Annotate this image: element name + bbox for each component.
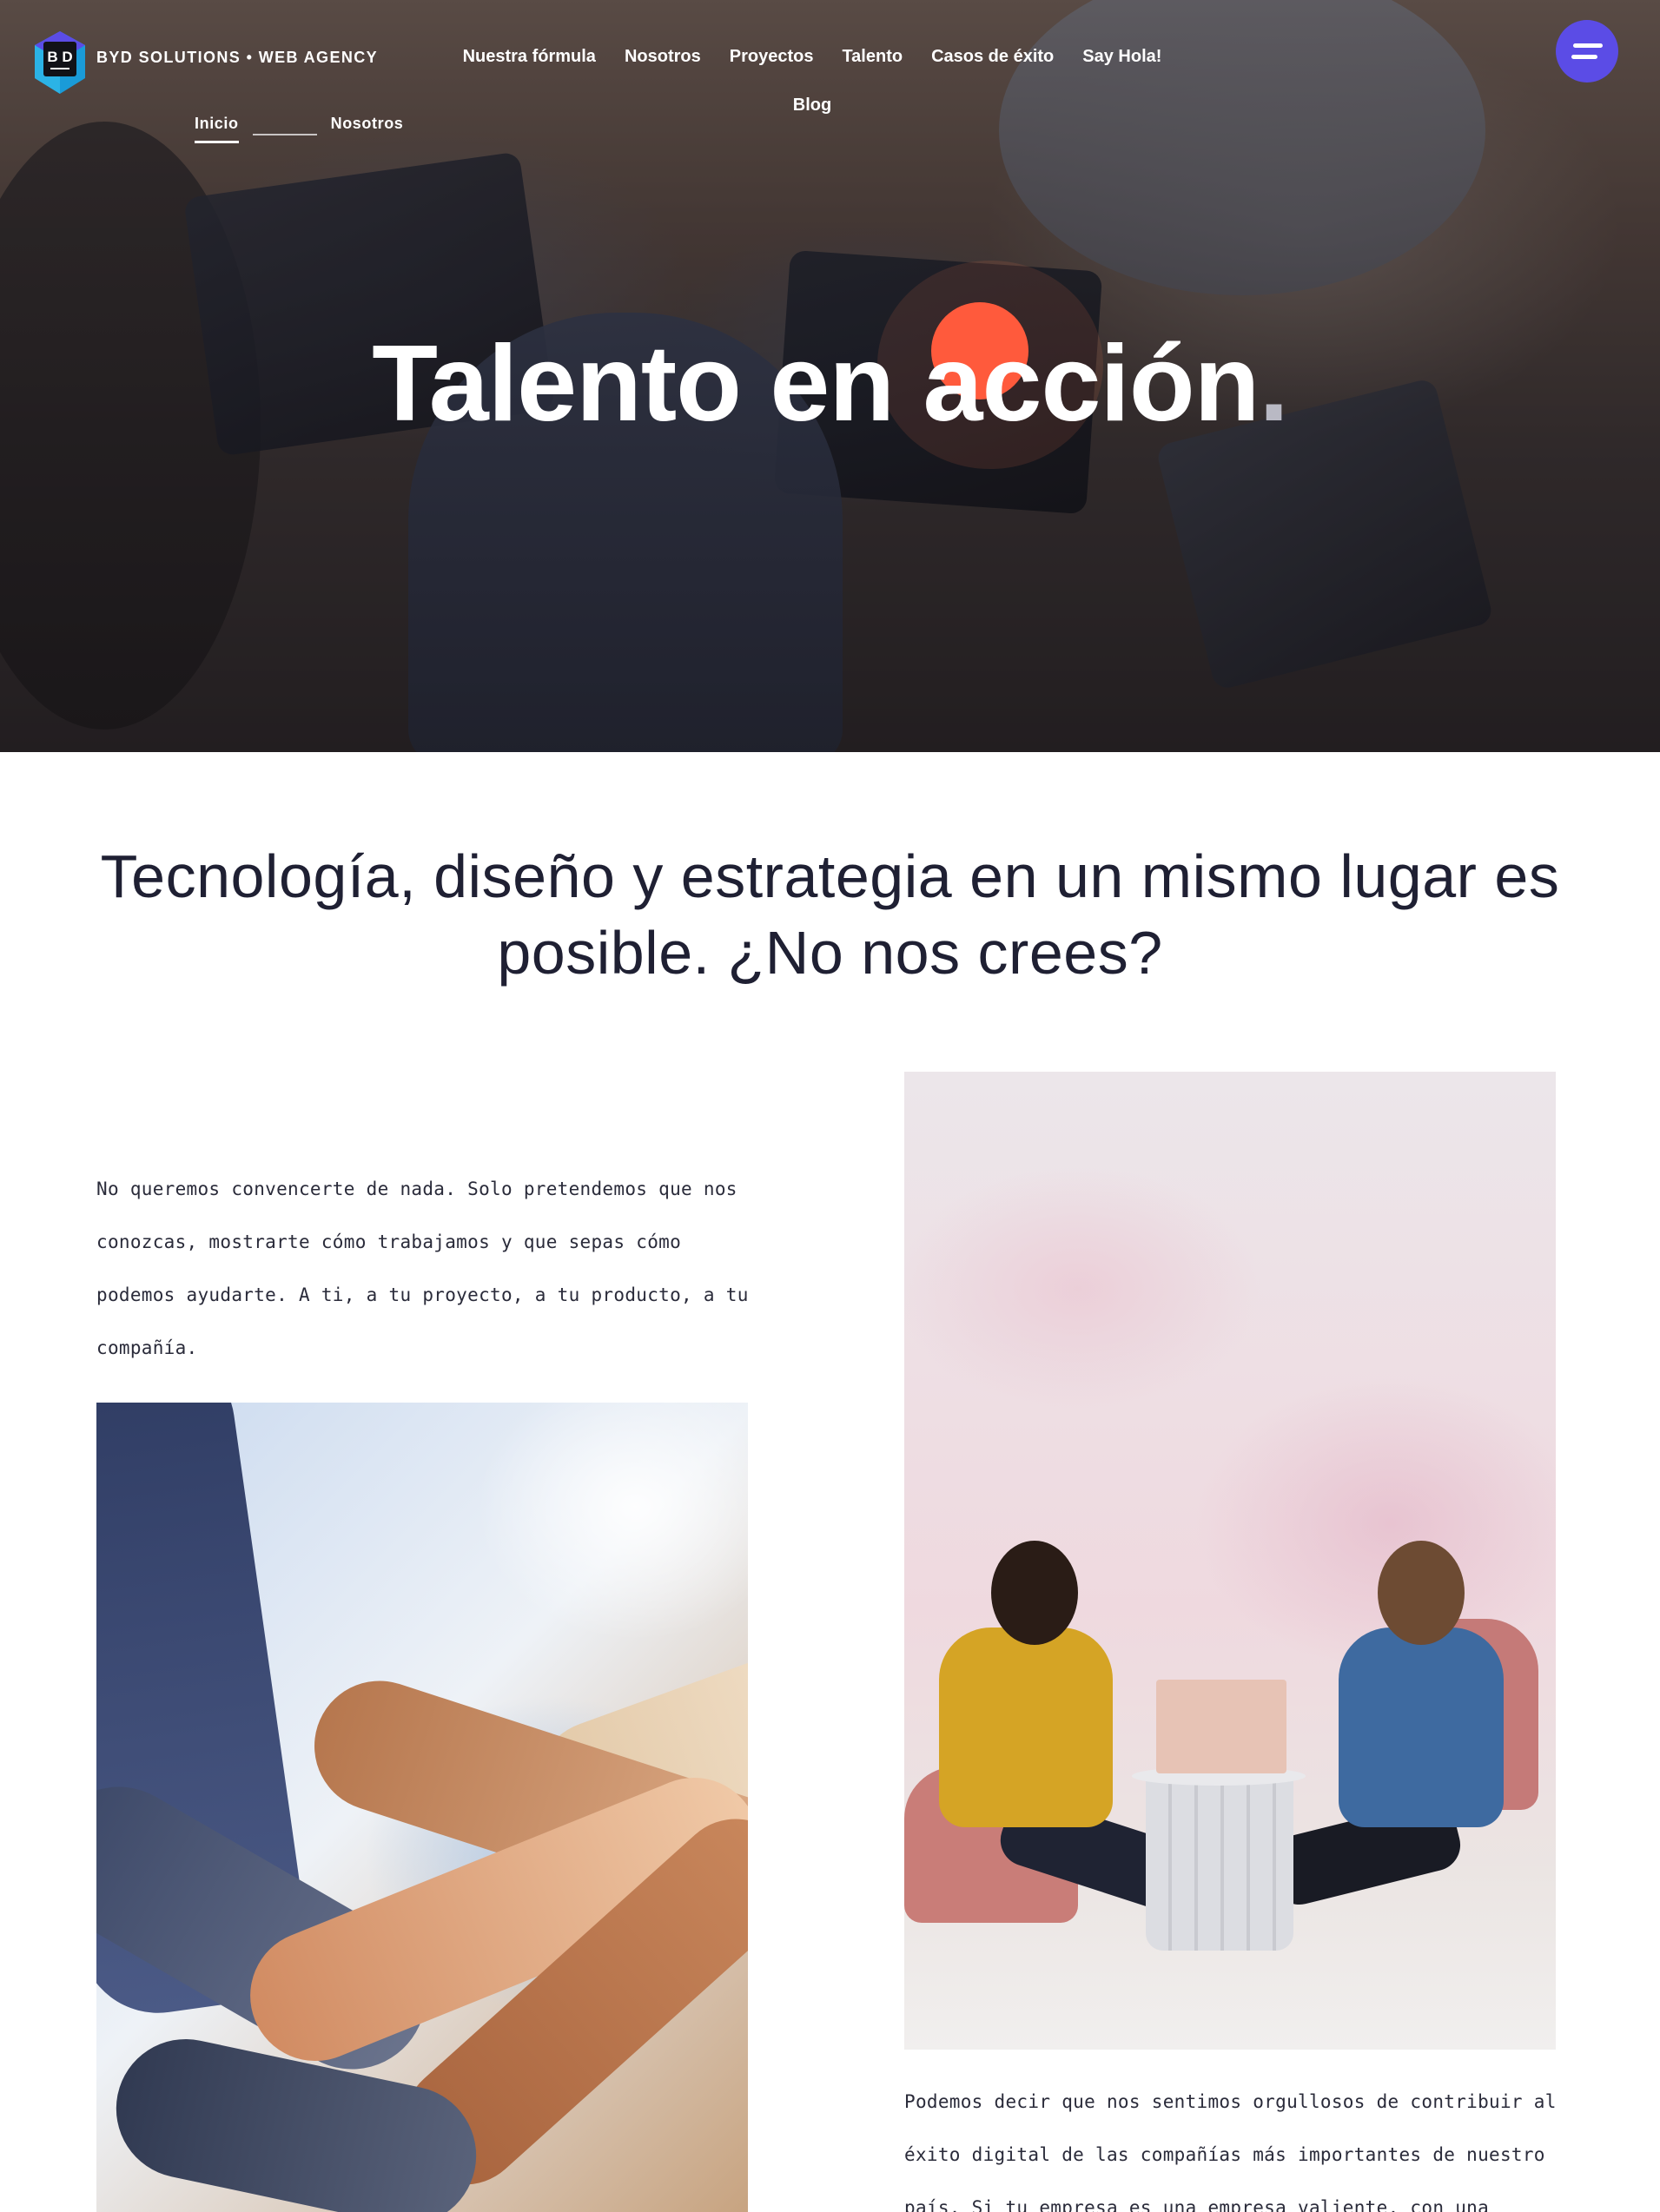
byd-logo[interactable]: B D bbox=[31, 30, 89, 97]
nav-item-proyectos[interactable]: Proyectos bbox=[730, 45, 814, 68]
nav-item-talento[interactable]: Talento bbox=[842, 45, 903, 68]
brand-name[interactable]: BYD SOLUTIONS • WEB AGENCY bbox=[96, 49, 378, 67]
nav-item-casos-de-exito[interactable]: Casos de éxito bbox=[931, 45, 1054, 68]
photo-detail bbox=[1146, 1777, 1293, 1951]
page-title: Talento en acción. bbox=[0, 323, 1660, 445]
intro-paragraph: No queremos convencerte de nada. Solo pr… bbox=[96, 1179, 749, 1358]
hamburger-icon bbox=[1573, 43, 1603, 48]
photo-detail bbox=[1339, 1628, 1504, 1827]
nav-item-say-hola[interactable]: Say Hola! bbox=[1082, 45, 1161, 68]
svg-text:B D: B D bbox=[47, 49, 72, 65]
photo-detail bbox=[1156, 1680, 1286, 1773]
nav-item-blog[interactable]: Blog bbox=[793, 94, 831, 116]
photo-detail bbox=[1378, 1541, 1465, 1645]
breadcrumb-separator bbox=[252, 133, 317, 135]
main-nav: Nuestra fórmula Nosotros Proyectos Talen… bbox=[439, 45, 1186, 116]
breadcrumb: Inicio Nosotros bbox=[195, 115, 403, 143]
nav-item-nosotros[interactable]: Nosotros bbox=[625, 45, 701, 68]
photo-detail bbox=[991, 1541, 1078, 1645]
pride-paragraph: Podemos decir que nos sentimos orgulloso… bbox=[904, 2091, 1557, 2212]
section-heading: Tecnología, diseño y estrategia en un mi… bbox=[100, 842, 1560, 987]
hero-section: B D BYD SOLUTIONS • WEB AGENCY Nuestra f… bbox=[0, 0, 1660, 752]
page-title-dot: . bbox=[1259, 324, 1288, 444]
menu-button[interactable] bbox=[1556, 20, 1618, 83]
hamburger-icon bbox=[1571, 55, 1597, 59]
breadcrumb-item-inicio[interactable]: Inicio bbox=[195, 115, 239, 143]
teamwork-hands-photo bbox=[96, 1403, 748, 2212]
breadcrumb-item-nosotros: Nosotros bbox=[330, 115, 404, 132]
photo-detail bbox=[939, 1628, 1113, 1827]
meeting-photo bbox=[904, 1072, 1556, 2050]
page-title-text: Talento en acción bbox=[372, 324, 1260, 444]
nav-item-nuestra-formula[interactable]: Nuestra fórmula bbox=[463, 45, 596, 68]
